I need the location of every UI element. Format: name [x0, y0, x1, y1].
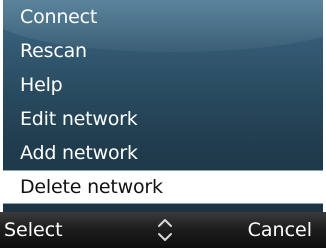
select-softkey[interactable]: Select [4, 212, 63, 248]
up-down-arrows-icon [155, 215, 175, 245]
menu-item-rescan[interactable]: Rescan [3, 34, 323, 68]
menu-item-connect[interactable]: Connect [3, 0, 323, 34]
options-menu-screen: Connect Rescan Help Edit network Add net… [0, 0, 326, 248]
menu-item-add-network[interactable]: Add network [3, 136, 323, 170]
menu-list: Connect Rescan Help Edit network Add net… [3, 0, 323, 204]
softkey-bar: Select Cancel [0, 212, 326, 248]
menu-item-edit-network[interactable]: Edit network [3, 102, 323, 136]
options-menu: Connect Rescan Help Edit network Add net… [3, 0, 323, 212]
cancel-softkey[interactable]: Cancel [248, 212, 312, 248]
menu-item-help[interactable]: Help [3, 68, 323, 102]
menu-item-delete-network[interactable]: Delete network [3, 170, 323, 204]
